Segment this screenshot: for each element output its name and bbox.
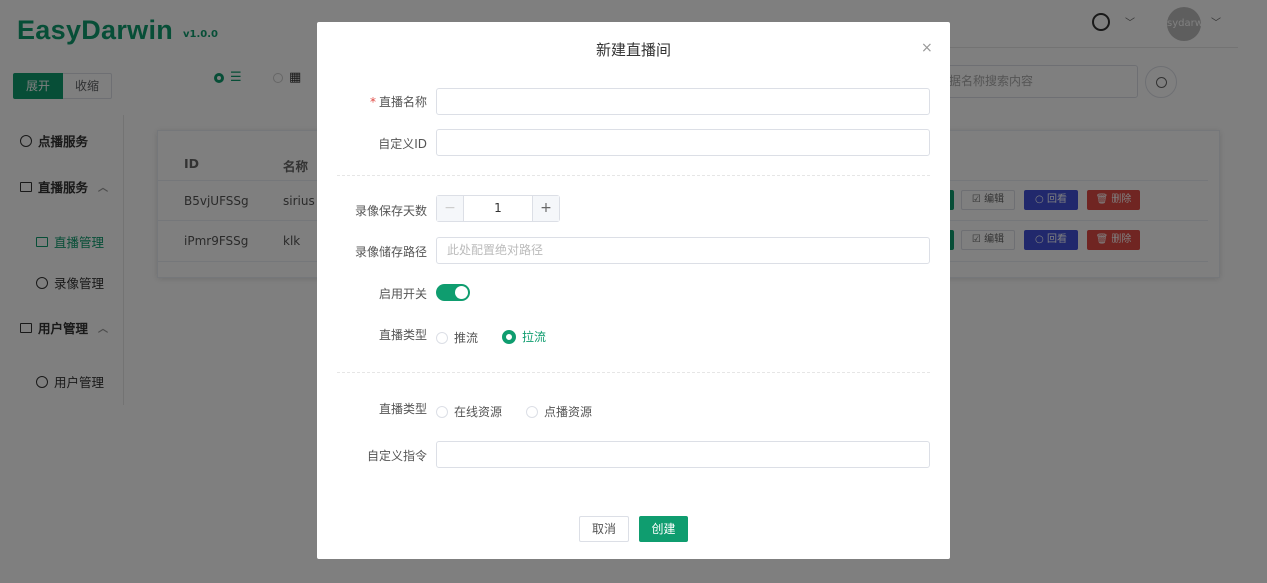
radio-circle xyxy=(436,331,448,344)
section-divider xyxy=(337,372,930,373)
live-type-label: 直播类型 xyxy=(378,328,427,342)
radio-circle xyxy=(436,405,448,418)
radio-label: 点播资源 xyxy=(544,405,593,419)
radio-label: 在线资源 xyxy=(454,405,503,419)
increment-button[interactable]: + xyxy=(532,196,559,221)
name-label: * 直播名称 xyxy=(317,93,427,110)
custom-cmd-input[interactable] xyxy=(436,441,930,468)
section-divider xyxy=(337,175,930,176)
custom-id-input[interactable] xyxy=(436,129,930,156)
source-type-label: 直播类型 xyxy=(378,402,427,416)
cancel-button[interactable]: 取消 xyxy=(579,516,629,542)
radio-vod[interactable]: 点播资源 xyxy=(526,403,592,420)
enable-switch[interactable] xyxy=(436,284,470,301)
modal-title: 新建直播间 xyxy=(595,41,671,59)
decrement-button[interactable]: − xyxy=(437,196,464,221)
radio-push[interactable]: 推流 xyxy=(436,329,478,346)
radio-label: 推流 xyxy=(454,331,479,345)
required-mark: * xyxy=(369,95,376,109)
radio-circle xyxy=(502,329,516,344)
name-input[interactable] xyxy=(436,88,930,115)
close-icon[interactable]: × xyxy=(921,40,933,56)
radio-pull[interactable]: 拉流 xyxy=(502,328,546,345)
record-path-label: 录像储存路径 xyxy=(354,245,427,259)
record-path-input[interactable]: 此处配置绝对路径 xyxy=(436,237,930,264)
radio-label: 拉流 xyxy=(522,330,547,344)
record-days-stepper: − 1 + xyxy=(436,195,560,222)
create-button[interactable]: 创建 xyxy=(639,516,688,542)
radio-online[interactable]: 在线资源 xyxy=(436,403,502,420)
record-days-value[interactable]: 1 xyxy=(464,196,532,221)
enable-label: 启用开关 xyxy=(378,287,427,301)
record-days-label: 录像保存天数 xyxy=(354,204,427,218)
radio-circle xyxy=(526,405,538,418)
custom-cmd-label: 自定义指令 xyxy=(366,449,427,463)
create-live-modal: 新建直播间 × * 直播名称 自定义ID 录像保存天数 − 1 + 录像储存路径 … xyxy=(317,22,950,559)
custom-id-label: 自定义ID xyxy=(378,137,427,151)
name-label-text: 直播名称 xyxy=(378,95,427,109)
